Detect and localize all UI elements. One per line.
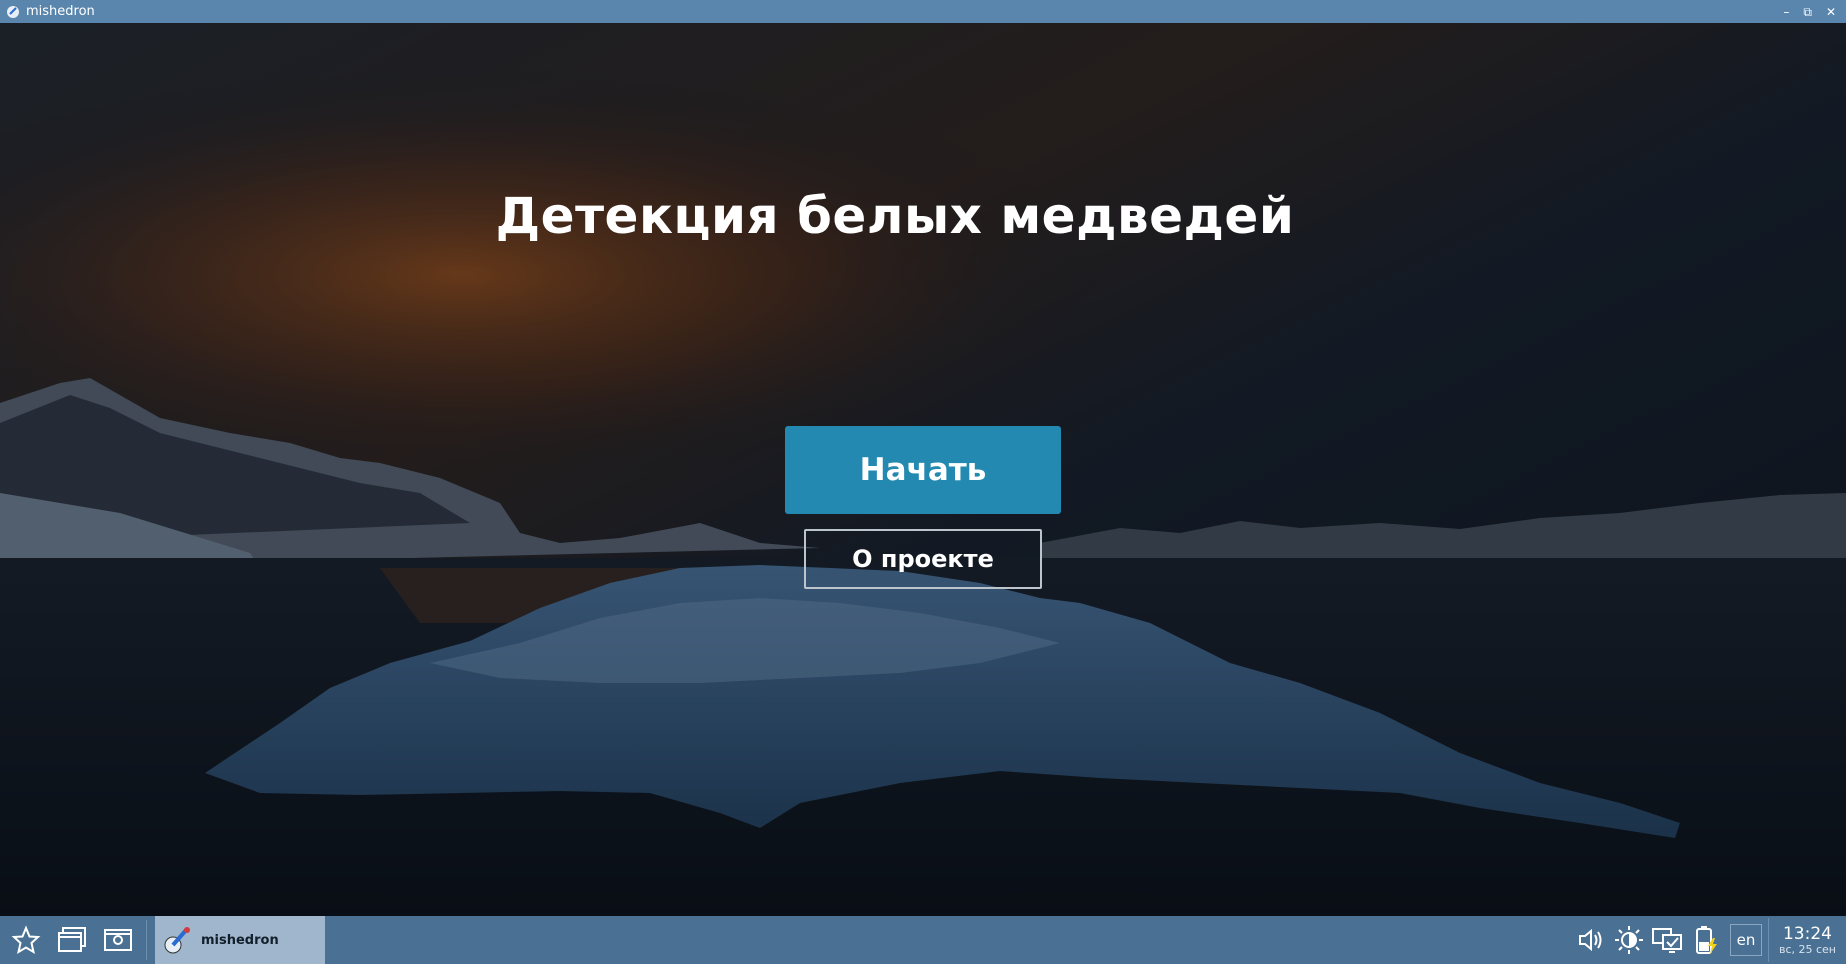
clock[interactable]: 13:24 вс, 25 сен [1767, 918, 1846, 962]
star-icon [11, 925, 41, 955]
window-titlebar[interactable]: mishedron – ⧉ ✕ [0, 0, 1846, 23]
close-button[interactable]: ✕ [1826, 6, 1836, 18]
taskbar-item-mishedron[interactable]: mishedron [155, 916, 325, 964]
show-desktop-button[interactable] [98, 920, 138, 960]
about-project-button[interactable]: О проекте [804, 529, 1042, 589]
brightness-icon [1614, 926, 1643, 954]
app-icon [7, 5, 19, 18]
page-title: Детекция белых медведей [495, 187, 1295, 245]
network-icon [1651, 928, 1682, 953]
restore-button[interactable]: ⧉ [1803, 6, 1812, 18]
speaker-icon [1578, 928, 1602, 952]
network-button[interactable] [1648, 920, 1686, 960]
start-button[interactable]: Начать [785, 426, 1061, 514]
clock-time: 13:24 [1782, 923, 1832, 944]
window-controls: – ⧉ ✕ [1783, 6, 1846, 18]
task-label: mishedron [201, 932, 279, 948]
windows-icon [58, 927, 86, 952]
battery-button[interactable] [1686, 920, 1724, 960]
battery-charging-icon [1695, 926, 1717, 954]
brightness-button[interactable] [1610, 920, 1648, 960]
clock-date: вс, 25 сен [1778, 942, 1836, 956]
taskbar: mishedron en 13:24 вс, 25 сен [0, 916, 1846, 964]
app-launcher-button[interactable] [6, 920, 46, 960]
keyboard-layout-indicator[interactable]: en [1729, 924, 1762, 956]
system-tray: en 13:24 вс, 25 сен [1572, 916, 1846, 964]
window-switcher-button[interactable] [52, 920, 92, 960]
taskbar-separator [146, 920, 147, 960]
volume-button[interactable] [1572, 920, 1610, 960]
minimize-button[interactable]: – [1783, 6, 1789, 18]
app-icon [164, 927, 190, 954]
desktop-icon [104, 929, 132, 951]
window-title: mishedron [26, 4, 95, 19]
app-window: Детекция белых медведей Начать О проекте [0, 23, 1846, 916]
